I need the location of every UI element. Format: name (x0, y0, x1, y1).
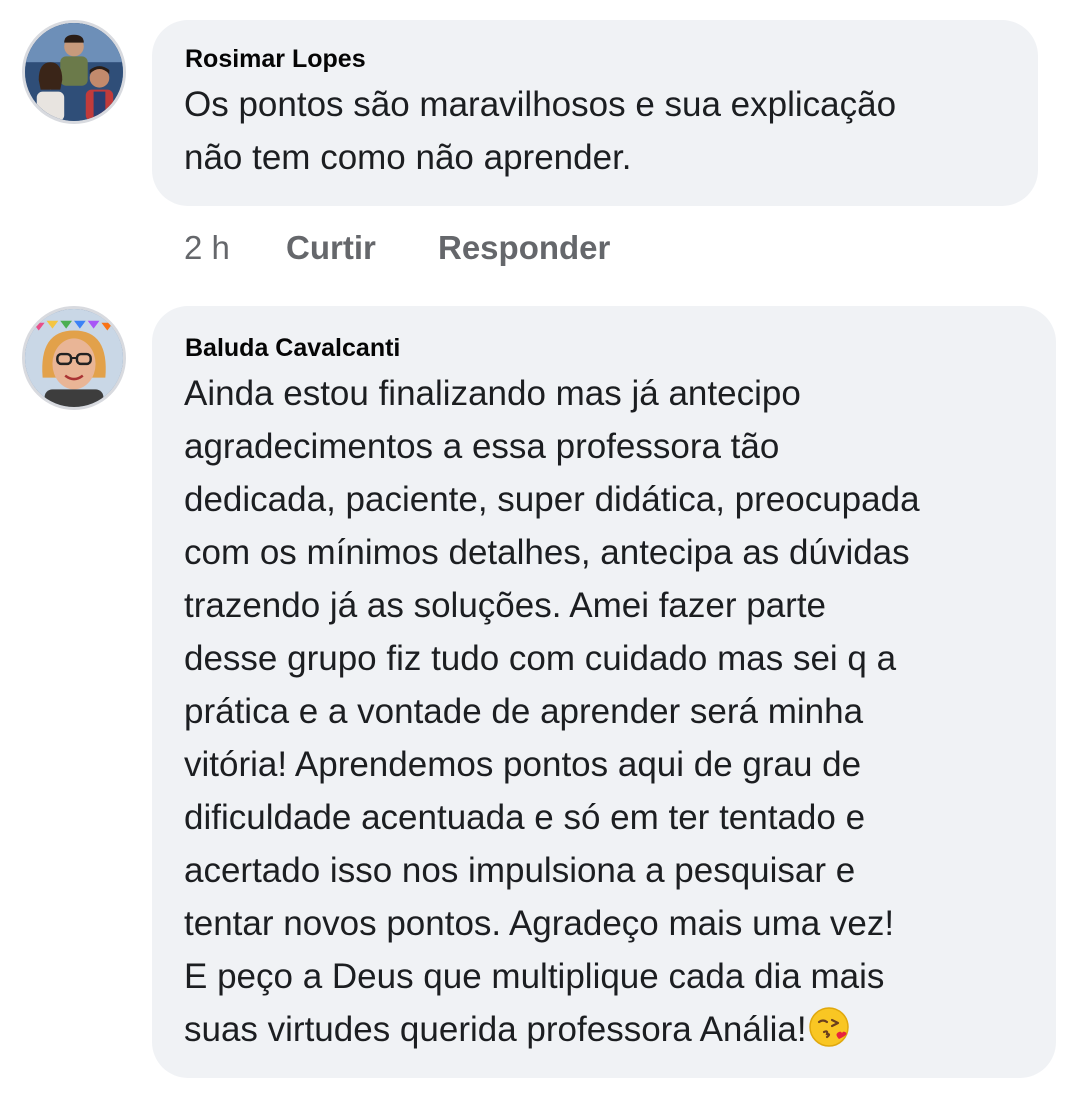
comment-line: E peço a Deus que multiplique cada dia m… (184, 957, 885, 996)
comment-line: acertado isso nos impulsiona a pesquisar… (184, 851, 856, 890)
like-button[interactable]: Curtir (286, 226, 376, 270)
comment-bubble: Rosimar Lopes Os pontos são maravilhosos… (152, 20, 1038, 206)
face-blowing-kiss-emoji (807, 1005, 851, 1049)
avatar-rosimar-lopes[interactable] (22, 20, 126, 124)
comment-line: Ainda estou finalizando mas já antecipo (184, 374, 801, 413)
comment-line-last: suas virtudes querida professora Anália! (184, 1003, 920, 1056)
comment-bubble: Baluda Cavalcanti Ainda estou finalizand… (152, 306, 1056, 1078)
comment-text: Os pontos são maravilhosos e sua explica… (184, 78, 896, 184)
comment-line: vitória! Aprendemos pontos aqui de grau … (184, 745, 862, 784)
comment-line: desse grupo fiz tudo com cuidado mas sei… (184, 639, 897, 678)
comment-line: agradecimentos a essa professora tão (184, 427, 780, 466)
comment-author[interactable]: Baluda Cavalcanti (185, 333, 400, 363)
comment-line: com os mínimos detalhes, antecipa as dúv… (184, 533, 910, 572)
comment-timestamp[interactable]: 2 h (184, 226, 230, 270)
reply-button[interactable]: Responder (438, 226, 610, 270)
avatar-baluda-cavalcanti[interactable] (22, 306, 126, 410)
comment-line: trazendo já as soluções. Amei fazer part… (184, 586, 827, 625)
comment-line: prática e a vontade de aprender será min… (184, 692, 864, 731)
comment-line: tentar novos pontos. Agradeço mais uma v… (184, 904, 895, 943)
comment-line: Os pontos são maravilhosos e sua explica… (184, 85, 897, 124)
group-photo-icon (25, 23, 123, 121)
profile-photo-icon (25, 309, 123, 407)
comment-author[interactable]: Rosimar Lopes (185, 44, 366, 74)
comment-text: Ainda estou finalizando mas já antecipo … (184, 367, 920, 1056)
comment-line: dificuldade acentuada e só em ter tentad… (184, 798, 866, 837)
kiss-face-icon (808, 1007, 849, 1047)
comment-line: dedicada, paciente, super didática, preo… (184, 480, 920, 519)
comment-line-text: suas virtudes querida professora Anália! (184, 1010, 807, 1049)
comment-line: não tem como não aprender. (184, 138, 632, 177)
